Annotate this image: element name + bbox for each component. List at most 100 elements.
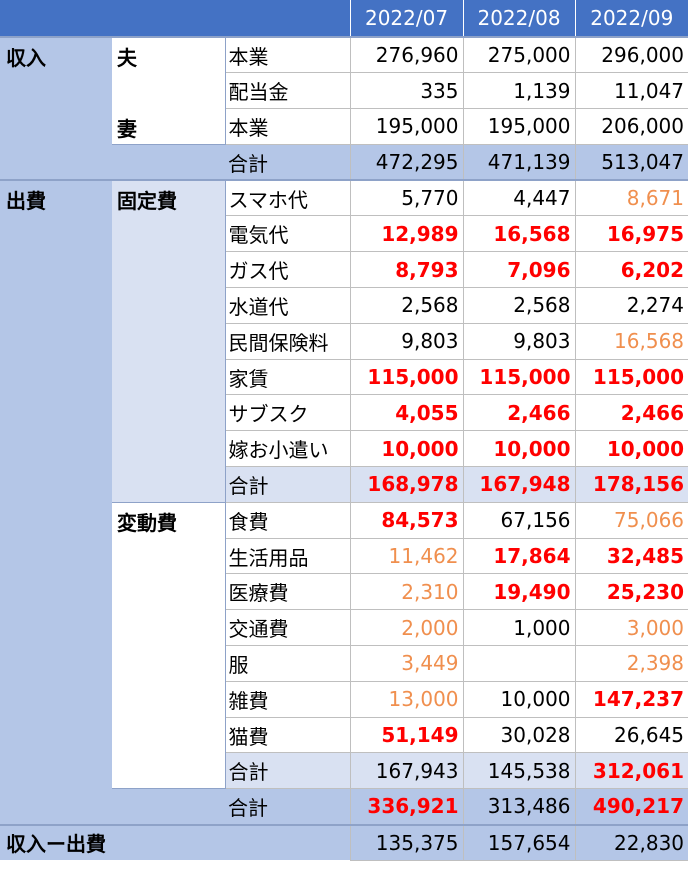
value-cell: 2,568 bbox=[349, 287, 464, 324]
item-label: 電気代 bbox=[225, 215, 351, 253]
item-label: 雑費 bbox=[225, 680, 351, 718]
item-label: 合計 bbox=[225, 466, 351, 503]
value-cell: 8,793 bbox=[349, 251, 464, 289]
value-cell: 167,943 bbox=[349, 752, 464, 790]
value-cell: 4,055 bbox=[349, 394, 464, 432]
value-cell: 67,156 bbox=[462, 501, 576, 539]
item-label: 配当金 bbox=[225, 72, 351, 110]
item-label: 嫁お小遣い bbox=[225, 430, 351, 468]
value-cell: 12,989 bbox=[349, 215, 464, 253]
item-label: 猫費 bbox=[225, 716, 351, 754]
value-cell: 5,770 bbox=[349, 179, 464, 217]
net-row: 収入ー出費 135,375 157,654 22,830 bbox=[0, 824, 689, 861]
value-cell: 9,803 bbox=[349, 322, 464, 360]
value-cell: 17,864 bbox=[462, 537, 576, 575]
item-label: 合計 bbox=[225, 143, 351, 181]
value-cell: 472,295 bbox=[349, 143, 464, 181]
budget-table: 2022/07 2022/08 2022/09 収入夫本業 276,960 275,… bbox=[0, 0, 689, 861]
value-cell: 178,156 bbox=[574, 466, 689, 503]
value-cell: 1,139 bbox=[462, 72, 576, 110]
value-cell: 11,462 bbox=[349, 537, 464, 575]
net-label: 収入ー出費 bbox=[0, 824, 351, 861]
value-cell: 195,000 bbox=[462, 108, 576, 145]
value-cell: 313,486 bbox=[462, 788, 576, 826]
value-cell: 157,654 bbox=[462, 824, 576, 861]
item-label: 生活用品 bbox=[225, 537, 351, 575]
item-label: 民間保険料 bbox=[225, 322, 351, 360]
value-cell: 195,000 bbox=[349, 108, 464, 145]
item-label: 交通費 bbox=[225, 609, 351, 647]
value-cell: 276,960 bbox=[349, 36, 464, 74]
value-cell: 8,671 bbox=[574, 179, 689, 217]
value-cell: 32,485 bbox=[574, 537, 689, 575]
value-cell: 275,000 bbox=[462, 36, 576, 74]
value-cell bbox=[462, 645, 576, 682]
value-cell: 2,398 bbox=[574, 645, 689, 682]
value-cell: 10,000 bbox=[462, 680, 576, 718]
header-blank bbox=[0, 0, 351, 37]
value-cell: 336,921 bbox=[349, 788, 464, 826]
spacer-cell bbox=[112, 144, 225, 181]
value-cell: 135,375 bbox=[349, 824, 464, 861]
value-cell: 16,568 bbox=[574, 322, 689, 360]
table-row: 出費 固定費 スマホ代 5,770 4,447 8,671 bbox=[0, 179, 689, 825]
value-cell: 84,573 bbox=[349, 501, 464, 539]
value-cell: 25,230 bbox=[574, 573, 689, 611]
value-cell: 3,449 bbox=[349, 645, 464, 682]
value-cell: 115,000 bbox=[349, 358, 464, 396]
item-label: 合計 bbox=[225, 788, 351, 826]
item-label: ガス代 bbox=[225, 251, 351, 289]
item-label: 本業 bbox=[225, 36, 351, 74]
value-cell: 513,047 bbox=[574, 143, 689, 181]
month-header: 2022/07 bbox=[349, 0, 464, 37]
value-cell: 6,202 bbox=[574, 251, 689, 289]
group-label-fixed: 固定費 bbox=[112, 180, 226, 503]
item-label: 合計 bbox=[225, 752, 351, 790]
value-cell: 13,000 bbox=[349, 680, 464, 718]
value-cell: 2,568 bbox=[462, 287, 576, 324]
value-cell: 167,948 bbox=[462, 466, 576, 503]
month-header: 2022/09 bbox=[574, 0, 689, 37]
group-label-wife: 妻 bbox=[112, 108, 226, 145]
value-cell: 16,975 bbox=[574, 215, 689, 253]
value-cell: 16,568 bbox=[462, 215, 576, 253]
value-cell: 2,466 bbox=[462, 394, 576, 432]
item-label: 医療費 bbox=[225, 573, 351, 611]
value-cell: 490,217 bbox=[574, 788, 689, 826]
value-cell: 75,066 bbox=[574, 501, 689, 539]
value-cell: 296,000 bbox=[574, 36, 689, 74]
value-cell: 3,000 bbox=[574, 609, 689, 647]
value-cell: 4,447 bbox=[462, 179, 576, 217]
value-cell: 11,047 bbox=[574, 72, 689, 110]
value-cell: 115,000 bbox=[574, 358, 689, 396]
value-cell: 30,028 bbox=[462, 716, 576, 754]
group-label-husband: 夫 bbox=[112, 37, 226, 109]
value-cell: 9,803 bbox=[462, 322, 576, 360]
value-cell: 26,645 bbox=[574, 716, 689, 754]
budget-table-body: 2022/07 2022/08 2022/09 収入夫本業 276,960 275,… bbox=[0, 0, 689, 861]
value-cell: 335 bbox=[349, 72, 464, 110]
item-label: 水道代 bbox=[225, 287, 351, 324]
value-cell: 168,978 bbox=[349, 466, 464, 503]
value-cell: 147,237 bbox=[574, 680, 689, 718]
value-cell: 19,490 bbox=[462, 573, 576, 611]
item-label: 家賃 bbox=[225, 358, 351, 396]
item-label: サブスク bbox=[225, 394, 351, 432]
section-label-expense: 出費 bbox=[0, 180, 112, 825]
value-cell: 2,310 bbox=[349, 573, 464, 611]
item-label: 本業 bbox=[225, 108, 351, 145]
value-cell: 471,139 bbox=[462, 143, 576, 181]
value-cell: 312,061 bbox=[574, 752, 689, 790]
value-cell: 51,149 bbox=[349, 716, 464, 754]
section-label-income: 収入 bbox=[0, 37, 112, 181]
item-label: 食費 bbox=[225, 501, 351, 539]
value-cell: 2,274 bbox=[574, 287, 689, 324]
value-cell: 7,096 bbox=[462, 251, 576, 289]
value-cell: 10,000 bbox=[462, 430, 576, 468]
value-cell: 115,000 bbox=[462, 358, 576, 396]
value-cell: 10,000 bbox=[574, 430, 689, 468]
value-cell: 206,000 bbox=[574, 108, 689, 145]
month-header: 2022/08 bbox=[462, 0, 576, 37]
value-cell: 145,538 bbox=[462, 752, 576, 790]
spacer-cell bbox=[112, 788, 225, 825]
